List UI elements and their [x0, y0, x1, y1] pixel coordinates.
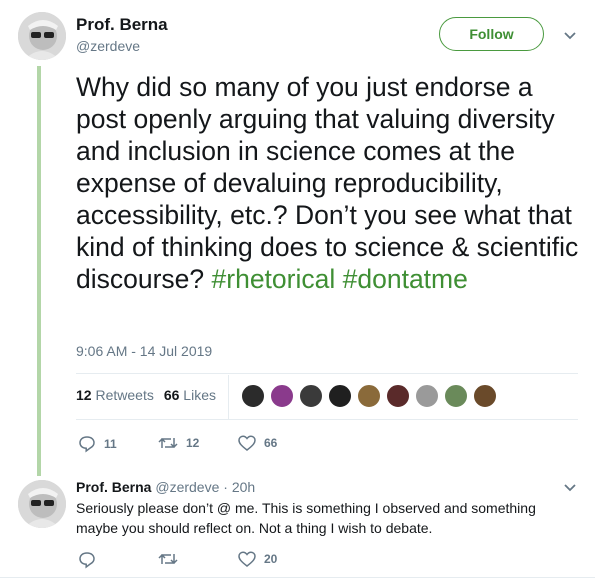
- liker-avatar[interactable]: [241, 384, 265, 408]
- like-count: 20: [264, 552, 278, 566]
- divider: [76, 373, 578, 374]
- likes-stat[interactable]: 66 Likes: [164, 387, 216, 403]
- tweet-body: Why did so many of you just endorse a po…: [76, 72, 579, 294]
- retweet-icon: [158, 437, 178, 449]
- like-action[interactable]: 66: [238, 435, 277, 451]
- chevron-down-icon[interactable]: [563, 483, 577, 493]
- follow-button[interactable]: Follow: [439, 17, 544, 51]
- reply-header: Prof. Berna @zerdeve · 20h: [76, 479, 255, 495]
- divider: [0, 577, 595, 578]
- reply-author-name[interactable]: Prof. Berna: [76, 479, 151, 495]
- engagement-stats: 12 Retweets 66 Likes: [76, 387, 216, 403]
- retweet-action[interactable]: 12: [158, 435, 199, 451]
- thread-line: [37, 66, 41, 476]
- liker-avatar[interactable]: [444, 384, 468, 408]
- liker-avatar[interactable]: [473, 384, 497, 408]
- heart-icon: [238, 435, 256, 451]
- heart-icon: [238, 551, 256, 567]
- reply-author-avatar[interactable]: [18, 480, 66, 528]
- hashtag-link[interactable]: #rhetorical: [212, 264, 336, 294]
- reply-icon: [79, 436, 95, 453]
- reply-time[interactable]: · 20h: [223, 479, 255, 495]
- hashtag-link[interactable]: #dontatme: [343, 264, 468, 294]
- reply-text: Seriously please don’t @ me. This is som…: [76, 500, 536, 536]
- liker-avatar[interactable]: [270, 384, 294, 408]
- divider: [76, 419, 578, 420]
- liker-avatar[interactable]: [299, 384, 323, 408]
- liker-avatar[interactable]: [328, 384, 352, 408]
- retweet-icon: [158, 553, 178, 565]
- liker-avatar[interactable]: [357, 384, 381, 408]
- chevron-down-icon[interactable]: [563, 31, 577, 41]
- author-name[interactable]: Prof. Berna: [76, 15, 168, 35]
- author-handle[interactable]: @zerdeve: [76, 38, 140, 54]
- tweet-timestamp[interactable]: 9:06 AM - 14 Jul 2019: [76, 343, 212, 359]
- author-avatar[interactable]: [18, 12, 66, 60]
- reply-icon: [79, 552, 95, 569]
- liker-avatar[interactable]: [415, 384, 439, 408]
- like-count: 66: [264, 436, 278, 450]
- retweet-count: 12: [186, 436, 200, 450]
- retweet-action[interactable]: [158, 551, 186, 567]
- stats-divider: [228, 375, 229, 419]
- reply-action[interactable]: [78, 551, 104, 569]
- liker-avatar[interactable]: [386, 384, 410, 408]
- tweet-text: Why did so many of you just endorse a po…: [76, 71, 581, 295]
- retweets-stat[interactable]: 12 Retweets: [76, 387, 154, 403]
- reply-action[interactable]: 11: [78, 435, 117, 453]
- like-action[interactable]: 20: [238, 551, 277, 567]
- reply-author-handle[interactable]: @zerdeve: [155, 479, 219, 495]
- reply-count: 11: [104, 437, 117, 451]
